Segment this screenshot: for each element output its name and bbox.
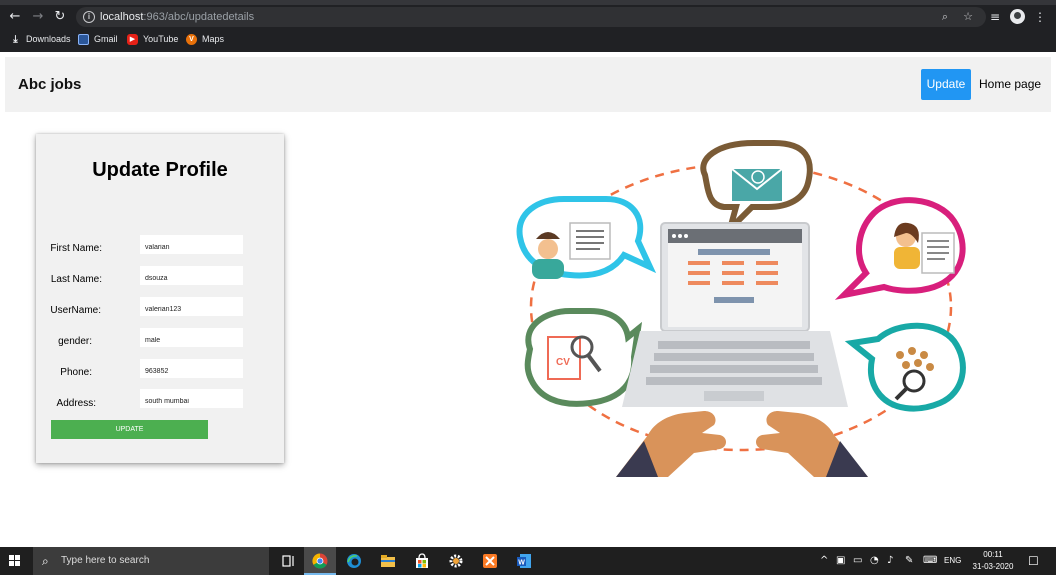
laptop-icon <box>622 222 848 407</box>
taskbar-edge-button[interactable] <box>338 547 370 575</box>
url-host: localhost <box>100 11 144 23</box>
taskbar-store-button[interactable] <box>406 547 438 575</box>
bookmark-star-icon[interactable]: ☆ <box>961 10 975 24</box>
download-icon: ⤓ <box>13 33 18 45</box>
job-portal-illustration: CV <box>516 140 966 477</box>
clock-date[interactable]: 31-03-2020 <box>970 562 1016 571</box>
task-view-button[interactable] <box>272 547 304 575</box>
browser-chrome: ← → ↻ i localhost:963/abc/updatedetails … <box>0 0 1056 52</box>
bookmark-youtube[interactable]: ▶ YouTube <box>127 32 178 46</box>
site-info-icon[interactable]: i <box>83 11 95 23</box>
typing-hands-icon <box>616 411 868 477</box>
address-bar[interactable]: i localhost:963/abc/updatedetails ⌕ ☆ <box>76 7 986 27</box>
search-icon: ⌕ <box>42 554 49 568</box>
web-page: Abc jobs Update Home page Update Profile… <box>0 52 1056 547</box>
language-indicator[interactable]: ENG <box>944 556 961 565</box>
maps-icon: V <box>186 33 197 45</box>
tray-app-icon[interactable]: ▣ <box>836 555 845 567</box>
folder-icon <box>381 555 395 567</box>
task-view-icon <box>282 555 294 567</box>
taskbar-chrome-button[interactable] <box>304 547 336 575</box>
bookmark-label: Maps <box>202 34 225 44</box>
profile-avatar-icon[interactable] <box>1010 9 1025 24</box>
taskbar-xampp-button[interactable] <box>474 547 506 575</box>
username-label: UserName: <box>50 305 101 316</box>
first-name-input[interactable] <box>140 235 243 254</box>
update-profile-card: Update Profile First Name: Last Name: Us… <box>36 134 284 463</box>
xampp-icon <box>483 554 497 568</box>
edge-icon <box>347 554 361 568</box>
taskbar-search-box[interactable]: ⌕ Type here to search <box>33 547 269 575</box>
gmail-icon <box>78 33 89 45</box>
last-name-label: Last Name: <box>50 274 102 285</box>
media-control-icon[interactable]: ≡ <box>988 9 1002 25</box>
back-arrow-icon[interactable]: ← <box>7 9 23 25</box>
bookmark-gmail[interactable]: Gmail <box>78 32 118 46</box>
bookmark-label: Gmail <box>94 34 118 44</box>
phone-input[interactable] <box>140 359 243 378</box>
youtube-icon: ▶ <box>127 33 138 45</box>
clock-time[interactable]: 00:11 <box>970 550 1016 559</box>
bookmark-label: Downloads <box>26 34 71 44</box>
reload-icon[interactable]: ↻ <box>52 9 68 25</box>
network-bubble-icon <box>844 322 966 412</box>
first-name-label: First Name: <box>50 243 102 254</box>
brand-title: Abc jobs <box>18 76 82 93</box>
nav-update-link[interactable]: Update <box>921 69 971 100</box>
windows-taskbar: ⌕ Type here to search W ^ ▣ ▭ ◔ ♪ ✎ ⌨ EN… <box>0 547 1056 575</box>
nav-home-link[interactable]: Home page <box>979 69 1041 100</box>
gear-icon <box>449 554 463 568</box>
top-navbar: Abc jobs Update Home page <box>5 57 1051 112</box>
email-bubble-icon <box>700 140 813 240</box>
svg-text:CV: CV <box>556 357 570 368</box>
tray-chevron-up-icon[interactable]: ^ <box>820 555 828 567</box>
profile-bubble-icon <box>516 196 657 279</box>
form-title: Update Profile <box>92 159 228 181</box>
taskbar-file-explorer-button[interactable] <box>372 547 404 575</box>
pen-icon[interactable]: ✎ <box>905 555 913 567</box>
url-text[interactable]: localhost:963/abc/updatedetails <box>100 11 254 23</box>
gender-label: gender: <box>58 336 92 347</box>
keyboard-icon[interactable]: ⌨ <box>923 555 937 567</box>
last-name-input[interactable] <box>140 266 243 285</box>
word-icon: W <box>517 554 531 568</box>
battery-icon[interactable]: ▭ <box>853 555 862 567</box>
bookmark-maps[interactable]: V Maps <box>186 32 224 46</box>
svg-text:W: W <box>518 560 525 567</box>
username-input[interactable] <box>140 297 243 316</box>
candidate-bubble-icon <box>834 197 966 300</box>
address-label: Address: <box>56 398 96 409</box>
zoom-icon[interactable]: ⌕ <box>938 10 952 24</box>
bookmarks-bar: ⤓ Downloads Gmail ▶ YouTube V Maps <box>0 30 1056 48</box>
store-icon <box>416 553 428 568</box>
wifi-icon[interactable]: ◔ <box>870 555 879 567</box>
browser-menu-icon[interactable]: ⋮ <box>1034 9 1046 25</box>
bookmark-label: YouTube <box>143 34 179 44</box>
cv-bubble-icon: CV <box>524 308 643 407</box>
notification-icon[interactable]: ☐ <box>1028 555 1039 567</box>
taskbar-search-placeholder: Type here to search <box>61 555 150 566</box>
taskbar-settings-button[interactable] <box>440 547 472 575</box>
bookmark-downloads[interactable]: ⤓ Downloads <box>10 32 71 46</box>
windows-start-icon[interactable] <box>9 555 21 567</box>
taskbar-word-button[interactable]: W <box>508 547 540 575</box>
phone-label: Phone: <box>60 367 92 378</box>
forward-arrow-icon[interactable]: → <box>30 9 46 25</box>
update-submit-button[interactable]: UPDATE <box>51 420 208 439</box>
browser-toolbar: ← → ↻ i localhost:963/abc/updatedetails … <box>0 5 1056 29</box>
url-path: :963/abc/updatedetails <box>143 11 255 23</box>
address-input[interactable] <box>140 389 243 408</box>
gender-input[interactable] <box>140 328 243 347</box>
volume-icon[interactable]: ♪ <box>887 555 893 567</box>
chrome-icon <box>312 553 328 569</box>
